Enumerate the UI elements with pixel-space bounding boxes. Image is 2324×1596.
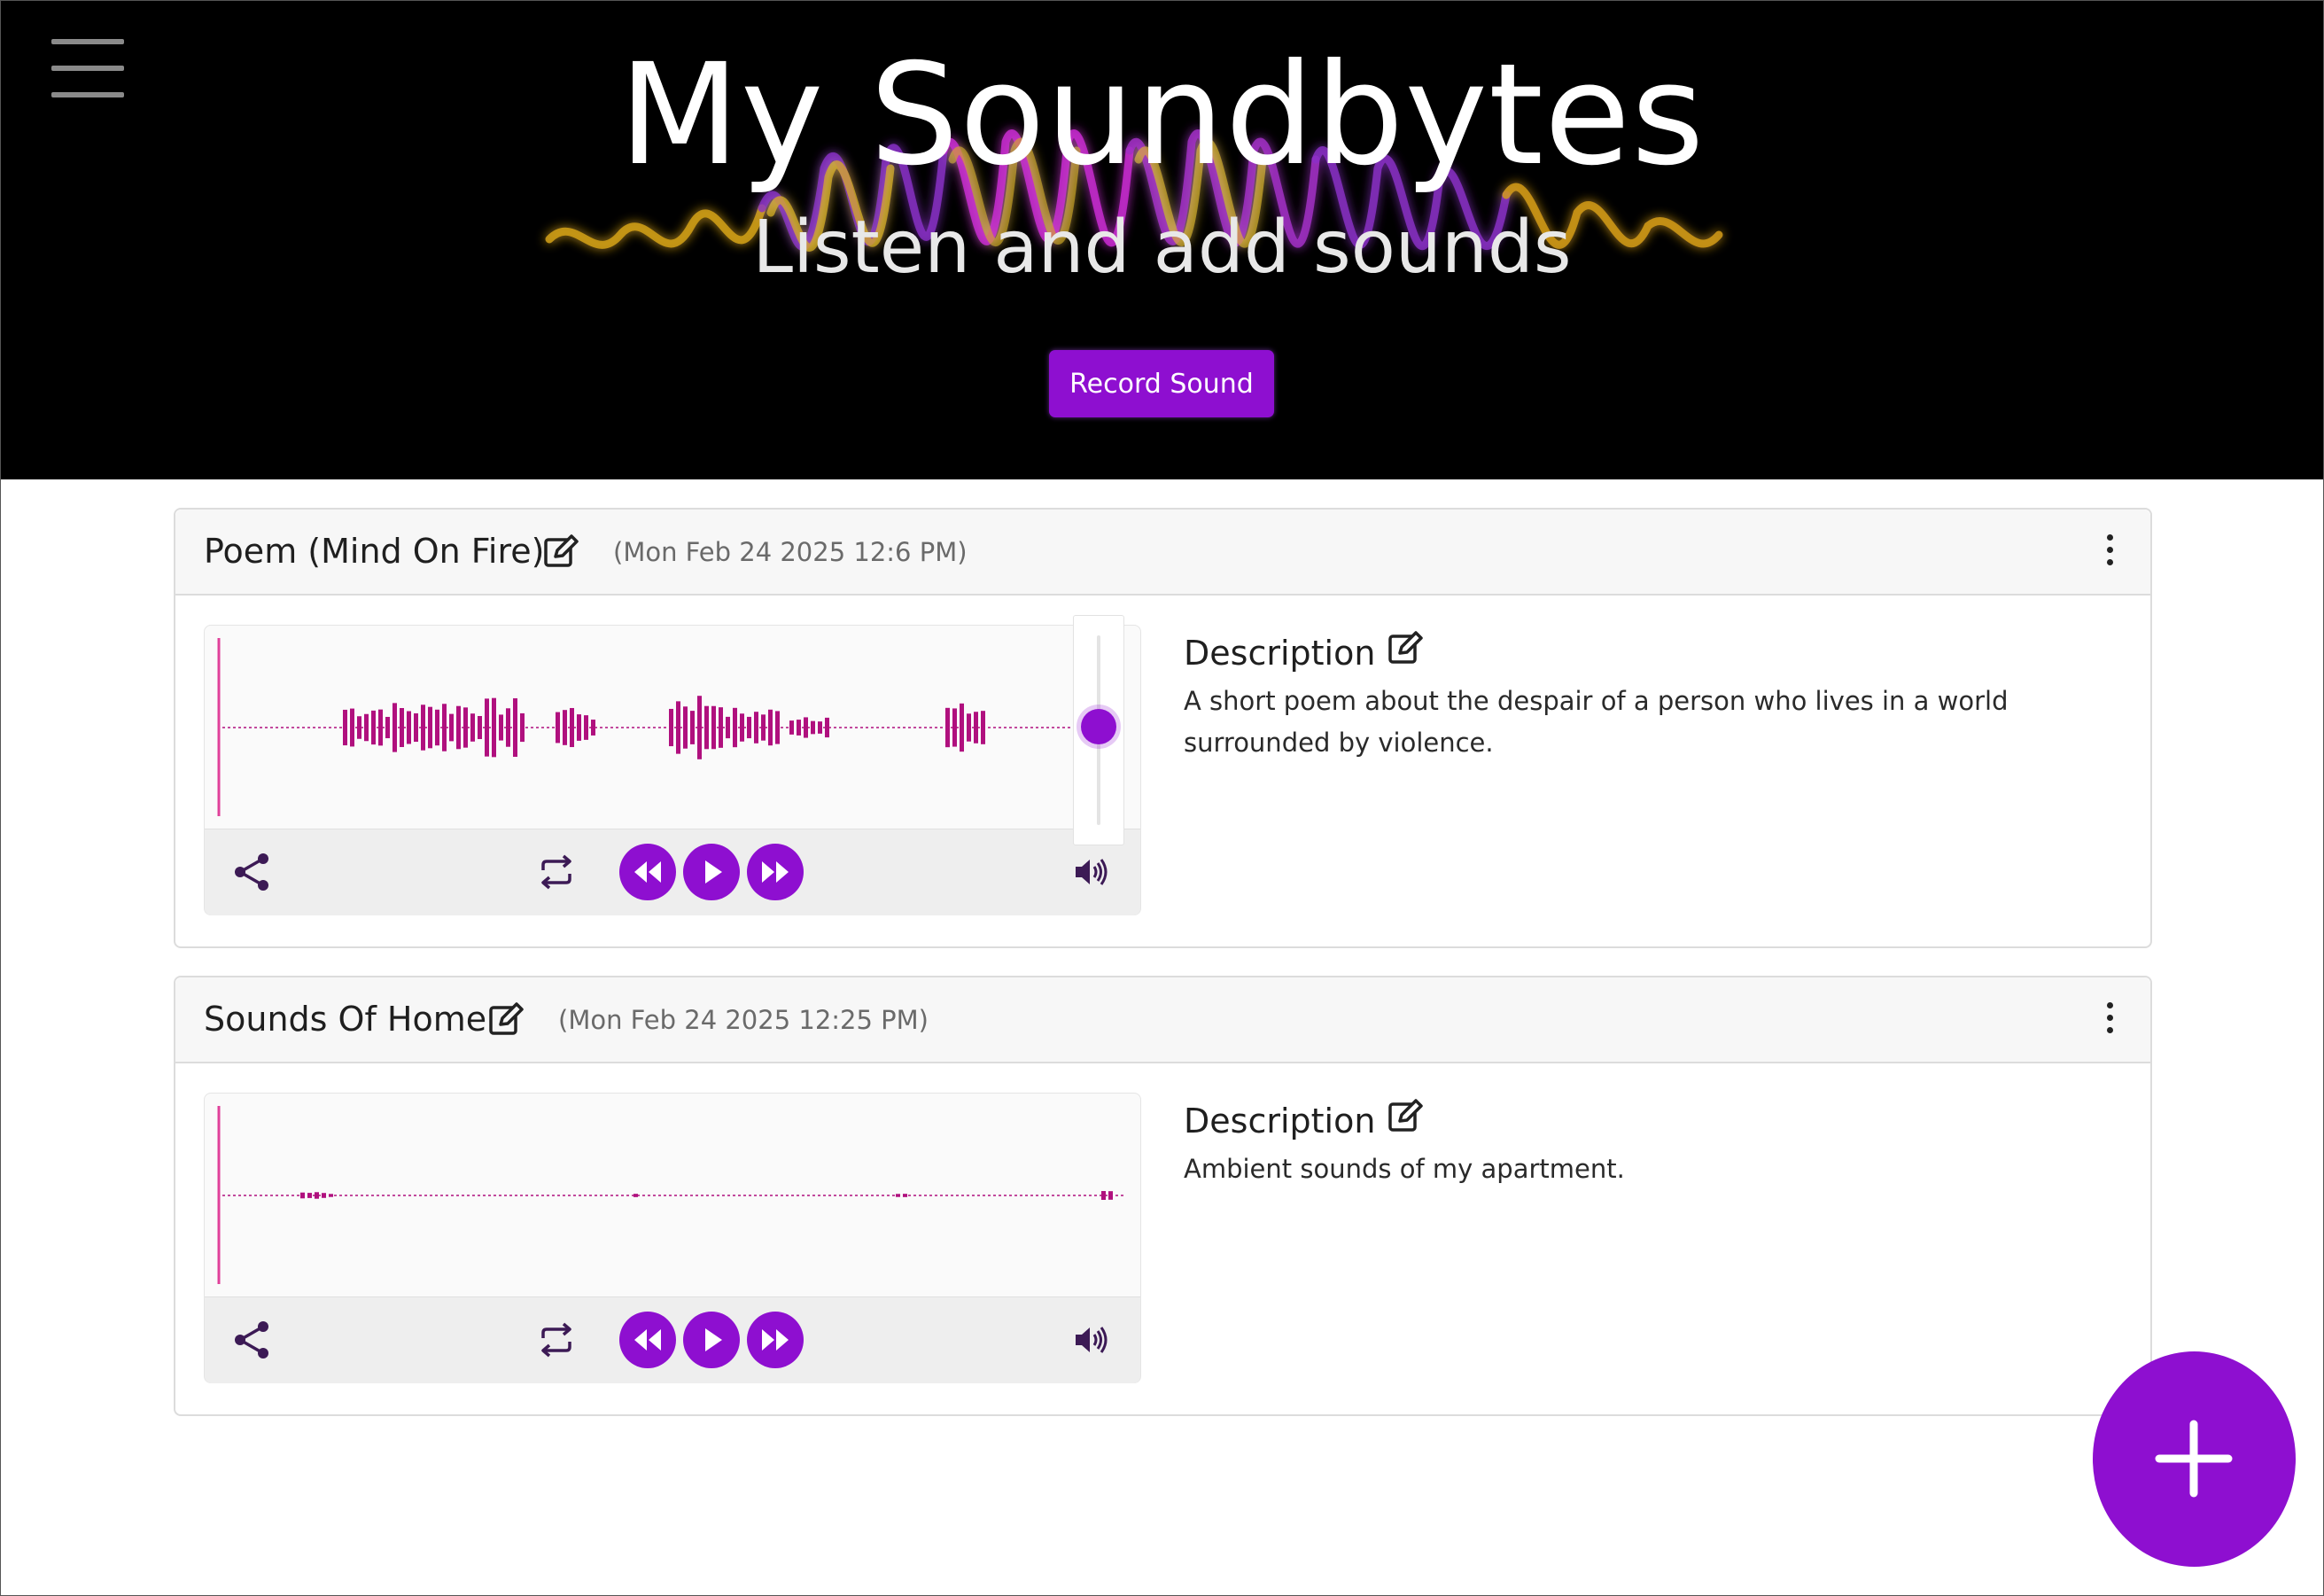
edit-description-icon[interactable] (1387, 630, 1423, 666)
play-button[interactable] (683, 844, 740, 900)
edit-description-icon[interactable] (1387, 1098, 1423, 1133)
volume-slider[interactable] (1073, 615, 1124, 845)
sound-date: (Mon Feb 24 2025 12:6 PM) (613, 537, 968, 567)
waveform-graphic (217, 1106, 1126, 1284)
more-options-icon[interactable] (2104, 534, 2117, 568)
player-controls (205, 829, 1140, 915)
plus-icon (2155, 1420, 2233, 1498)
audio-player (204, 615, 1141, 915)
record-sound-button[interactable]: Record Sound (1049, 350, 1274, 417)
rewind-icon (634, 1329, 661, 1351)
play-icon (705, 1328, 722, 1351)
sound-date: (Mon Feb 24 2025 12:25 PM) (558, 1005, 929, 1035)
edit-title-icon[interactable] (543, 533, 579, 569)
volume-icon[interactable] (1073, 856, 1108, 888)
play-icon (705, 860, 722, 884)
hero-banner: My Soundbytes Listen and add sounds Reco… (0, 0, 2324, 479)
description-heading: Description (1184, 634, 1376, 673)
share-icon[interactable] (231, 851, 274, 893)
description-heading: Description (1184, 1102, 1376, 1141)
add-sound-button[interactable] (2093, 1351, 2296, 1567)
fast-forward-icon (762, 861, 789, 883)
fast-forward-button[interactable] (747, 844, 804, 900)
fast-forward-button[interactable] (747, 1312, 804, 1368)
rewind-button[interactable] (619, 844, 676, 900)
description-text: A short poem about the despair of a pers… (1184, 686, 2009, 758)
sound-title: Poem (Mind On Fire) (204, 532, 545, 571)
repeat-icon[interactable] (536, 852, 577, 891)
sound-title: Sounds Of Home (204, 1000, 487, 1039)
page-subtitle: Listen and add sounds (752, 206, 1572, 290)
repeat-icon[interactable] (536, 1320, 577, 1359)
play-button[interactable] (683, 1312, 740, 1368)
soundbyte-card: Sounds Of Home (Mon Feb 24 2025 12:25 PM… (174, 976, 2152, 1416)
card-header: Poem (Mind On Fire) (Mon Feb 24 2025 12:… (175, 510, 2150, 596)
share-icon[interactable] (231, 1319, 274, 1361)
waveform-graphic (217, 638, 1126, 816)
soundbyte-card: Poem (Mind On Fire) (Mon Feb 24 2025 12:… (174, 508, 2152, 948)
rewind-icon (634, 861, 661, 883)
rewind-button[interactable] (619, 1312, 676, 1368)
card-header: Sounds Of Home (Mon Feb 24 2025 12:25 PM… (175, 977, 2150, 1063)
fast-forward-icon (762, 1329, 789, 1351)
page-title: My Soundbytes (618, 34, 1706, 197)
audio-player (204, 1093, 1141, 1383)
player-controls (205, 1296, 1140, 1383)
edit-title-icon[interactable] (488, 1001, 524, 1037)
volume-icon[interactable] (1073, 1324, 1108, 1356)
waveform[interactable] (205, 626, 1140, 829)
description-text: Ambient sounds of my apartment. (1184, 1154, 1625, 1184)
waveform[interactable] (205, 1094, 1140, 1296)
more-options-icon[interactable] (2104, 1002, 2117, 1036)
volume-thumb[interactable] (1081, 708, 1116, 744)
